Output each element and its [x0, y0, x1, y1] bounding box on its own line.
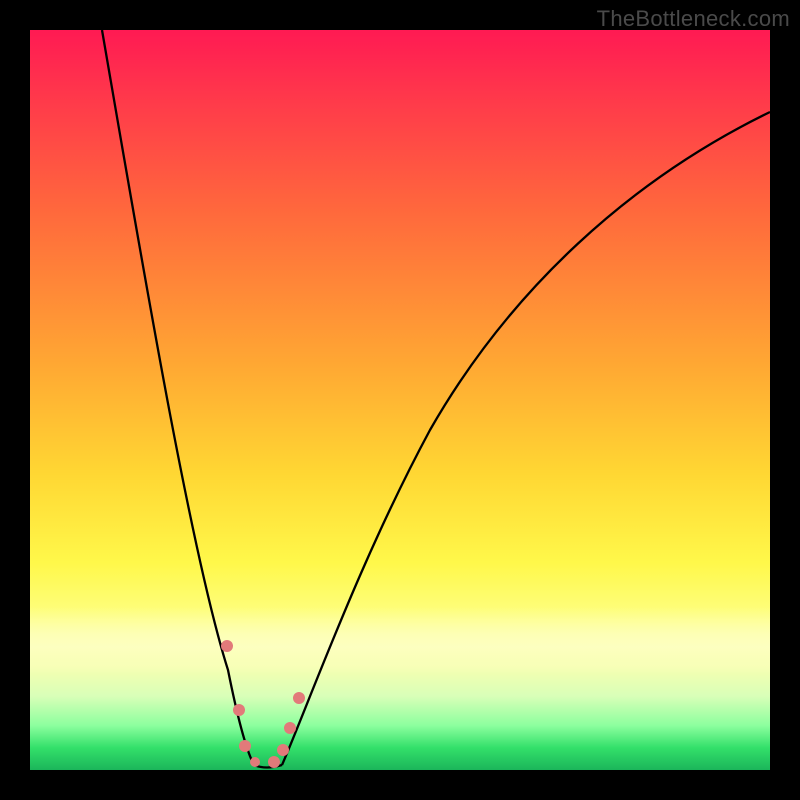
bottleneck-curve [30, 30, 770, 770]
marker-cluster [221, 640, 305, 768]
plot-area [30, 30, 770, 770]
marker-dot [284, 722, 296, 734]
marker-dot [268, 756, 280, 768]
watermark-text: TheBottleneck.com [597, 6, 790, 32]
marker-dot [277, 744, 289, 756]
curve-right-branch [282, 112, 770, 765]
marker-dot [239, 740, 251, 752]
marker-dot [221, 640, 233, 652]
marker-dot [293, 692, 305, 704]
marker-dot [233, 704, 245, 716]
curve-left-branch [102, 30, 254, 765]
marker-dot [250, 757, 260, 767]
